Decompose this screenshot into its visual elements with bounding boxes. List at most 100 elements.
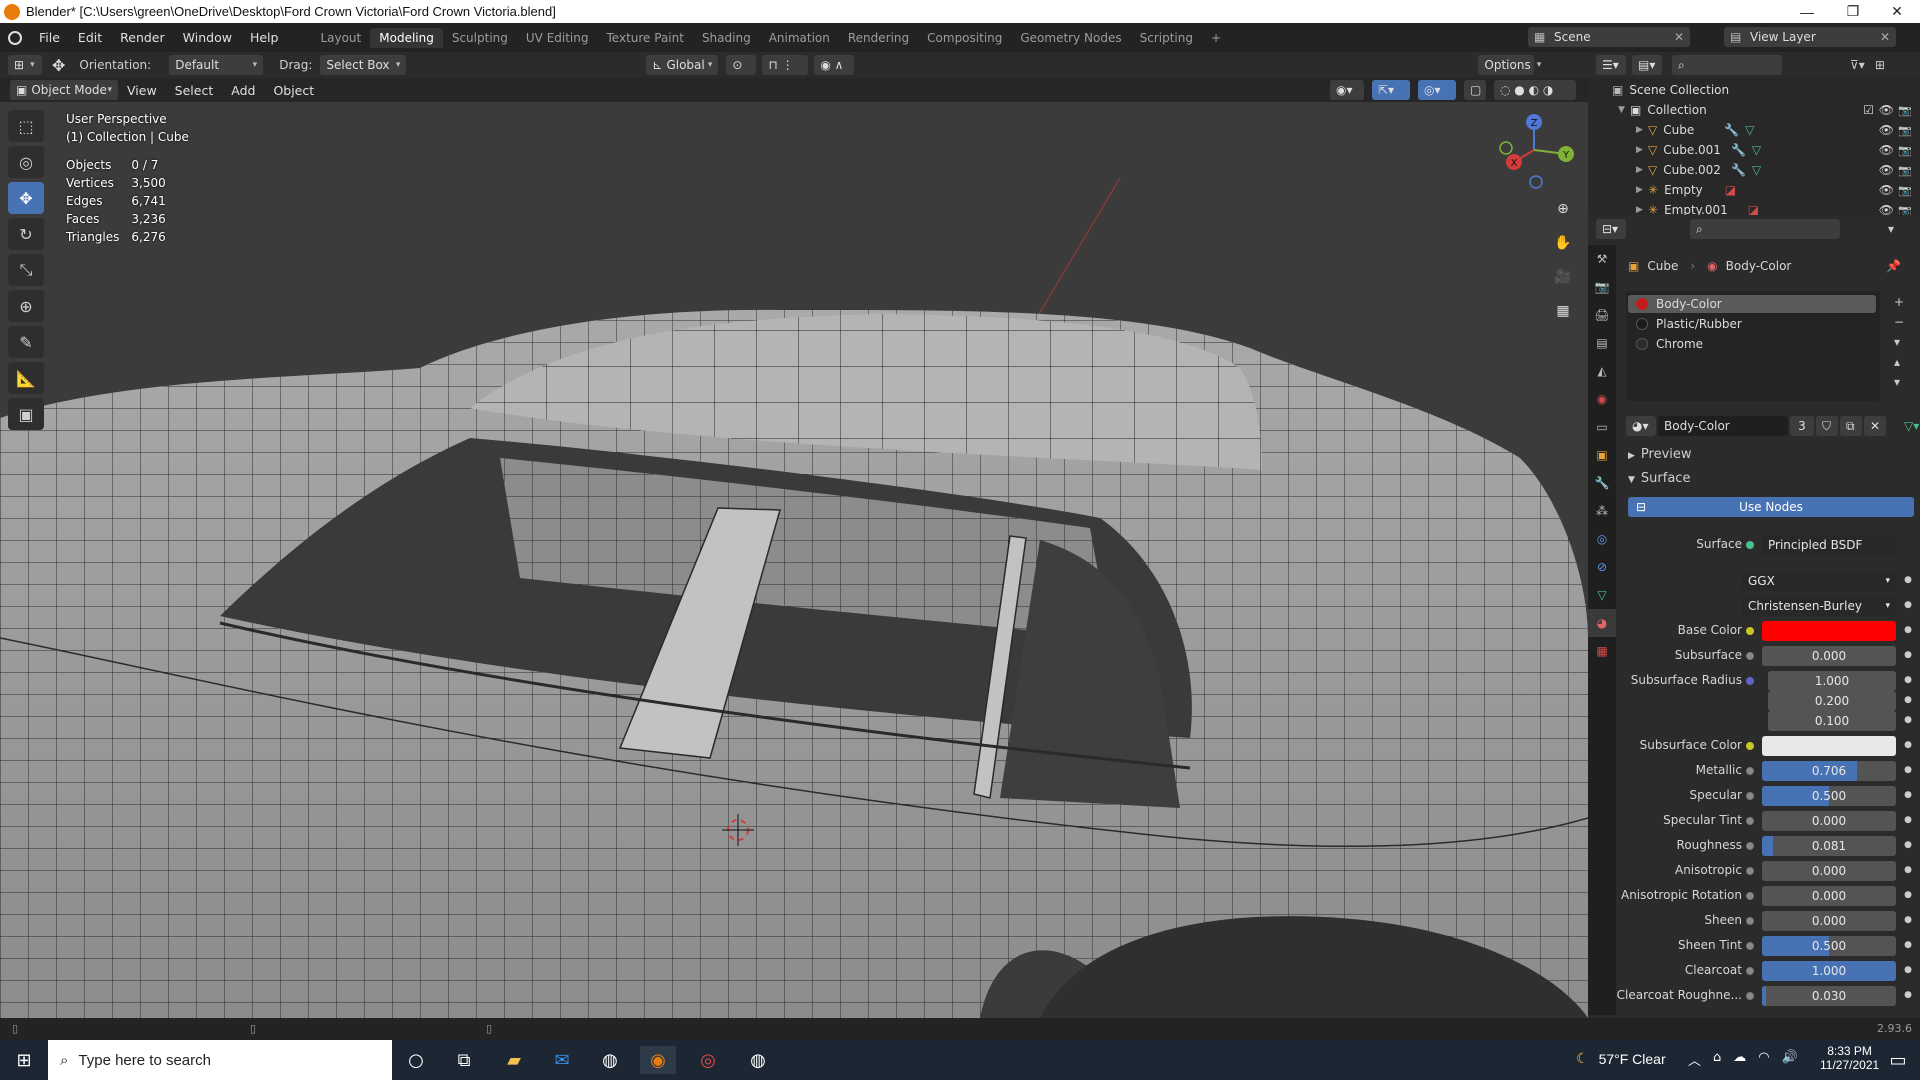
pan-hand-icon[interactable]: ✋ — [1550, 230, 1576, 256]
color-socket-icon[interactable] — [1746, 627, 1754, 635]
subsurface-color-swatch[interactable] — [1762, 736, 1896, 756]
value-socket-icon[interactable] — [1746, 917, 1754, 925]
constraint-icon[interactable]: ◪ — [1725, 183, 1736, 197]
drag-dropdown[interactable]: Select Box ▾ — [320, 55, 407, 75]
outliner-item[interactable]: ▶ ▽ Cube.002 🔧 ▽ 👁 📷 — [1588, 160, 1920, 180]
tab-geometry-nodes[interactable]: Geometry Nodes — [1011, 28, 1130, 48]
move-slot-down-icon[interactable]: ▾ — [1894, 375, 1904, 389]
xray-toggle[interactable]: ▢ — [1464, 80, 1486, 100]
add-cube-icon[interactable]: ▣ — [8, 398, 44, 430]
subsurface-slider[interactable]: 0.000 — [1762, 646, 1896, 666]
tab-animation[interactable]: Animation — [760, 28, 839, 48]
camera-view-icon[interactable]: 🎥 — [1550, 264, 1576, 290]
render-tab-icon[interactable]: 📷 — [1588, 273, 1616, 301]
material-tab-icon[interactable]: ◕ — [1588, 609, 1616, 637]
distribution-dropdown[interactable]: GGX ▾ — [1742, 571, 1896, 591]
menu-file[interactable]: File — [30, 30, 69, 45]
blender-taskbar-icon[interactable]: ◉ — [640, 1046, 676, 1074]
visibility-eye-icon[interactable]: 👁 — [1879, 103, 1894, 117]
menu-help[interactable]: Help — [241, 30, 288, 45]
outliner-scene-collection[interactable]: ▣ Scene Collection — [1588, 80, 1920, 100]
mesh-data-icon[interactable]: ▽ — [1752, 163, 1761, 177]
surface-shader-field[interactable]: Principled BSDF — [1762, 535, 1896, 555]
scale-icon[interactable]: ⤡ — [8, 254, 44, 286]
visibility-eye-icon[interactable]: ◉▾ — [1330, 80, 1364, 100]
notifications-icon[interactable]: ▭ — [1880, 1046, 1916, 1074]
use-nodes-button[interactable]: ⊟ Use Nodes — [1628, 497, 1914, 517]
value-socket-icon[interactable] — [1746, 992, 1754, 1000]
sheen-slider[interactable]: 0.000 — [1762, 911, 1896, 931]
browse-material-icon[interactable]: ◕▾ — [1626, 416, 1656, 436]
show-hidden-icons-icon[interactable]: ︿ — [1688, 1050, 1701, 1069]
tab-texture-paint[interactable]: Texture Paint — [598, 28, 693, 48]
outliner-item[interactable]: ▶ ▽ Cube.001 🔧 ▽ 👁 📷 — [1588, 140, 1920, 160]
object-tab-icon[interactable]: ▣ — [1588, 441, 1616, 469]
proportional-edit-toggle[interactable]: ◉ ∧ — [814, 55, 855, 75]
editor-type-icon[interactable]: ⊞ ▾ — [8, 55, 42, 75]
transform-icon[interactable]: ⊕ — [8, 290, 44, 322]
file-explorer-icon[interactable]: ▰ — [496, 1046, 532, 1074]
display-mode-icon[interactable]: ▤▾ — [1632, 55, 1662, 75]
viewport-menu-view[interactable]: View — [118, 83, 166, 98]
menu-render[interactable]: Render — [111, 30, 174, 45]
value-socket-icon[interactable] — [1746, 792, 1754, 800]
roughness-slider[interactable]: 0.081 — [1762, 836, 1896, 856]
maximize-button[interactable]: ❐ — [1830, 0, 1876, 23]
render-camera-icon[interactable]: 📷 — [1898, 124, 1912, 137]
material-slot[interactable]: Chrome — [1628, 335, 1876, 353]
tab-compositing[interactable]: Compositing — [918, 28, 1011, 48]
add-workspace-icon[interactable]: + — [1202, 28, 1230, 48]
filter-icon[interactable]: ⊽▾ — [1850, 58, 1865, 72]
menu-window[interactable]: Window — [174, 30, 241, 45]
orientation-dropdown[interactable]: Default ▾ — [169, 55, 264, 75]
tab-sculpting[interactable]: Sculpting — [443, 28, 517, 48]
snap-toggle[interactable]: ⊓ ⋮ — [762, 55, 809, 75]
add-slot-icon[interactable]: + — [1894, 295, 1904, 309]
value-socket-icon[interactable] — [1746, 967, 1754, 975]
subsurface-radius-y-field[interactable]: 0.200 — [1768, 691, 1896, 711]
render-camera-icon[interactable]: 📷 — [1898, 104, 1912, 117]
visibility-eye-icon[interactable]: 👁 — [1879, 163, 1894, 177]
minimize-button[interactable]: — — [1784, 0, 1830, 23]
outliner-item[interactable]: ▶ ▽ Cube 🔧 ▽ 👁 📷 — [1588, 120, 1920, 140]
measure-icon[interactable]: 📐 — [8, 362, 44, 394]
slot-specials-icon[interactable]: ▾ — [1894, 335, 1904, 349]
tab-scripting[interactable]: Scripting — [1131, 28, 1202, 48]
scene-selector[interactable]: ▦ Scene ✕ — [1528, 27, 1691, 47]
shader-socket-icon[interactable] — [1746, 541, 1754, 549]
metallic-slider[interactable]: 0.706 — [1762, 761, 1896, 781]
viewport-menu-select[interactable]: Select — [166, 83, 223, 98]
collection-checkbox[interactable]: ☑ — [1863, 103, 1874, 117]
shading-mode-buttons[interactable]: ◌ ● ◐ ◑ — [1494, 80, 1576, 100]
zoom-icon[interactable]: ⊕ — [1550, 196, 1576, 222]
new-collection-icon[interactable]: ⊞ — [1875, 58, 1885, 72]
clearcoat-roughness-slider[interactable]: 0.030 — [1762, 986, 1896, 1006]
render-camera-icon[interactable]: 📷 — [1898, 164, 1912, 177]
scene-tab-icon[interactable]: ◭ — [1588, 357, 1616, 385]
view-layer-tab-icon[interactable]: ▤ — [1588, 329, 1616, 357]
move-slot-up-icon[interactable]: ▴ — [1894, 355, 1904, 369]
particles-tab-icon[interactable]: ⁂ — [1588, 497, 1616, 525]
material-slot[interactable]: Plastic/Rubber — [1628, 315, 1876, 333]
onedrive-cloud-icon[interactable]: ☁ — [1733, 1050, 1746, 1069]
chrome-icon[interactable]: ◎ — [690, 1046, 726, 1074]
output-tab-icon[interactable]: 🖨 — [1588, 301, 1616, 329]
tab-layout[interactable]: Layout — [311, 28, 370, 48]
move-icon[interactable]: ✥ — [8, 182, 44, 214]
surface-section-header[interactable]: ▼ Surface — [1628, 471, 1690, 486]
data-tab-icon[interactable]: ▽ — [1588, 581, 1616, 609]
value-socket-icon[interactable] — [1746, 867, 1754, 875]
value-socket-icon[interactable] — [1746, 652, 1754, 660]
tab-shading[interactable]: Shading — [693, 28, 760, 48]
scene-close-icon[interactable]: ✕ — [1674, 30, 1684, 44]
properties-search-input[interactable]: ⌕ — [1690, 219, 1840, 239]
material-slot[interactable]: Body-Color — [1628, 295, 1876, 313]
outliner-item[interactable]: ▶ ✳ Empty ◪ 👁 📷 — [1588, 180, 1920, 200]
value-socket-icon[interactable] — [1746, 942, 1754, 950]
sheen-tint-slider[interactable]: 0.500 — [1762, 936, 1896, 956]
wifi-icon[interactable]: ◠ — [1758, 1050, 1769, 1069]
rotate-icon[interactable]: ↻ — [8, 218, 44, 250]
view-layer-selector[interactable]: ▤ View Layer ✕ — [1724, 27, 1897, 47]
clock[interactable]: 8:33 PM 11/27/2021 — [1820, 1044, 1879, 1072]
options-dropdown[interactable]: Options ▾ — [1478, 55, 1541, 75]
